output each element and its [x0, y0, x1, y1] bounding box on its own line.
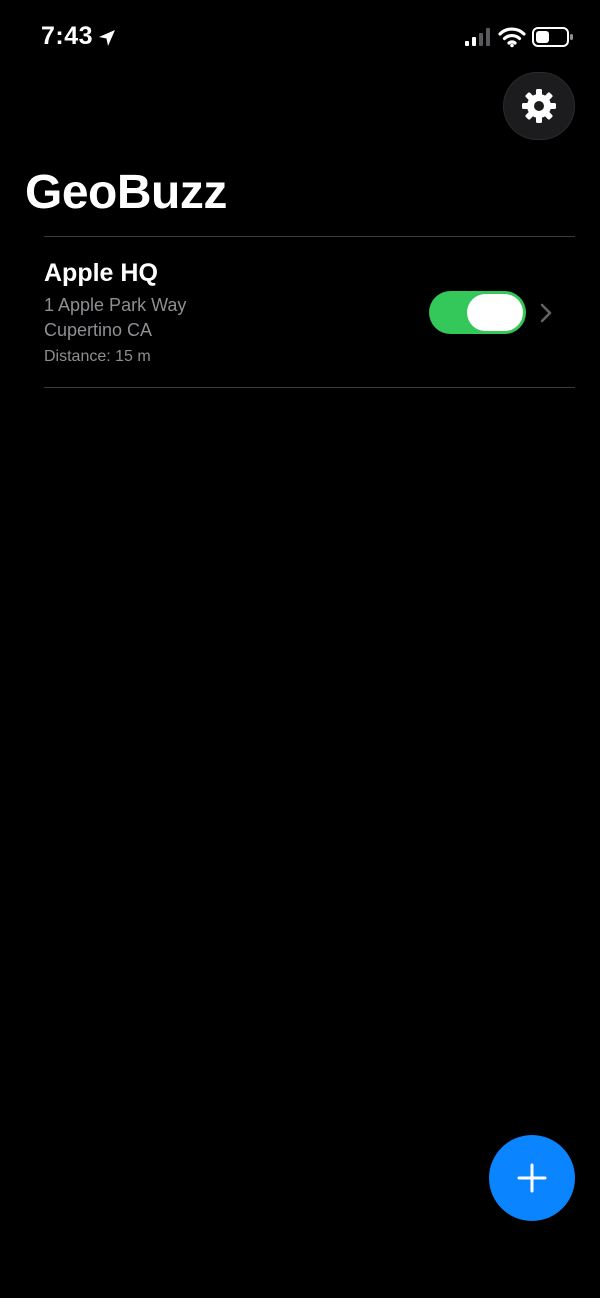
signal-icon: [465, 28, 490, 46]
status-bar: 7:43: [0, 0, 600, 80]
plus-icon: [517, 1163, 547, 1193]
toggle-knob: [467, 294, 523, 331]
location-arrow-icon: [99, 30, 115, 46]
chevron-right-icon: [540, 303, 552, 323]
wifi-icon: [498, 27, 526, 48]
battery-icon: [532, 27, 573, 47]
gear-icon: [522, 89, 556, 123]
add-location-button[interactable]: [489, 1135, 575, 1221]
location-enabled-toggle[interactable]: [429, 291, 526, 334]
location-distance: Distance: 15 m: [44, 348, 151, 365]
status-time: 7:43: [41, 22, 94, 50]
location-list-item[interactable]: Apple HQ 1 Apple Park Way Cupertino CA D…: [44, 237, 575, 387]
settings-button[interactable]: [503, 72, 575, 140]
page-title: GeoBuzz: [25, 166, 227, 219]
location-address-line2: Cupertino CA: [44, 320, 153, 340]
location-address-line1: 1 Apple Park Way: [44, 295, 187, 315]
list-divider-bottom: [44, 387, 575, 388]
location-name: Apple HQ: [44, 259, 158, 287]
